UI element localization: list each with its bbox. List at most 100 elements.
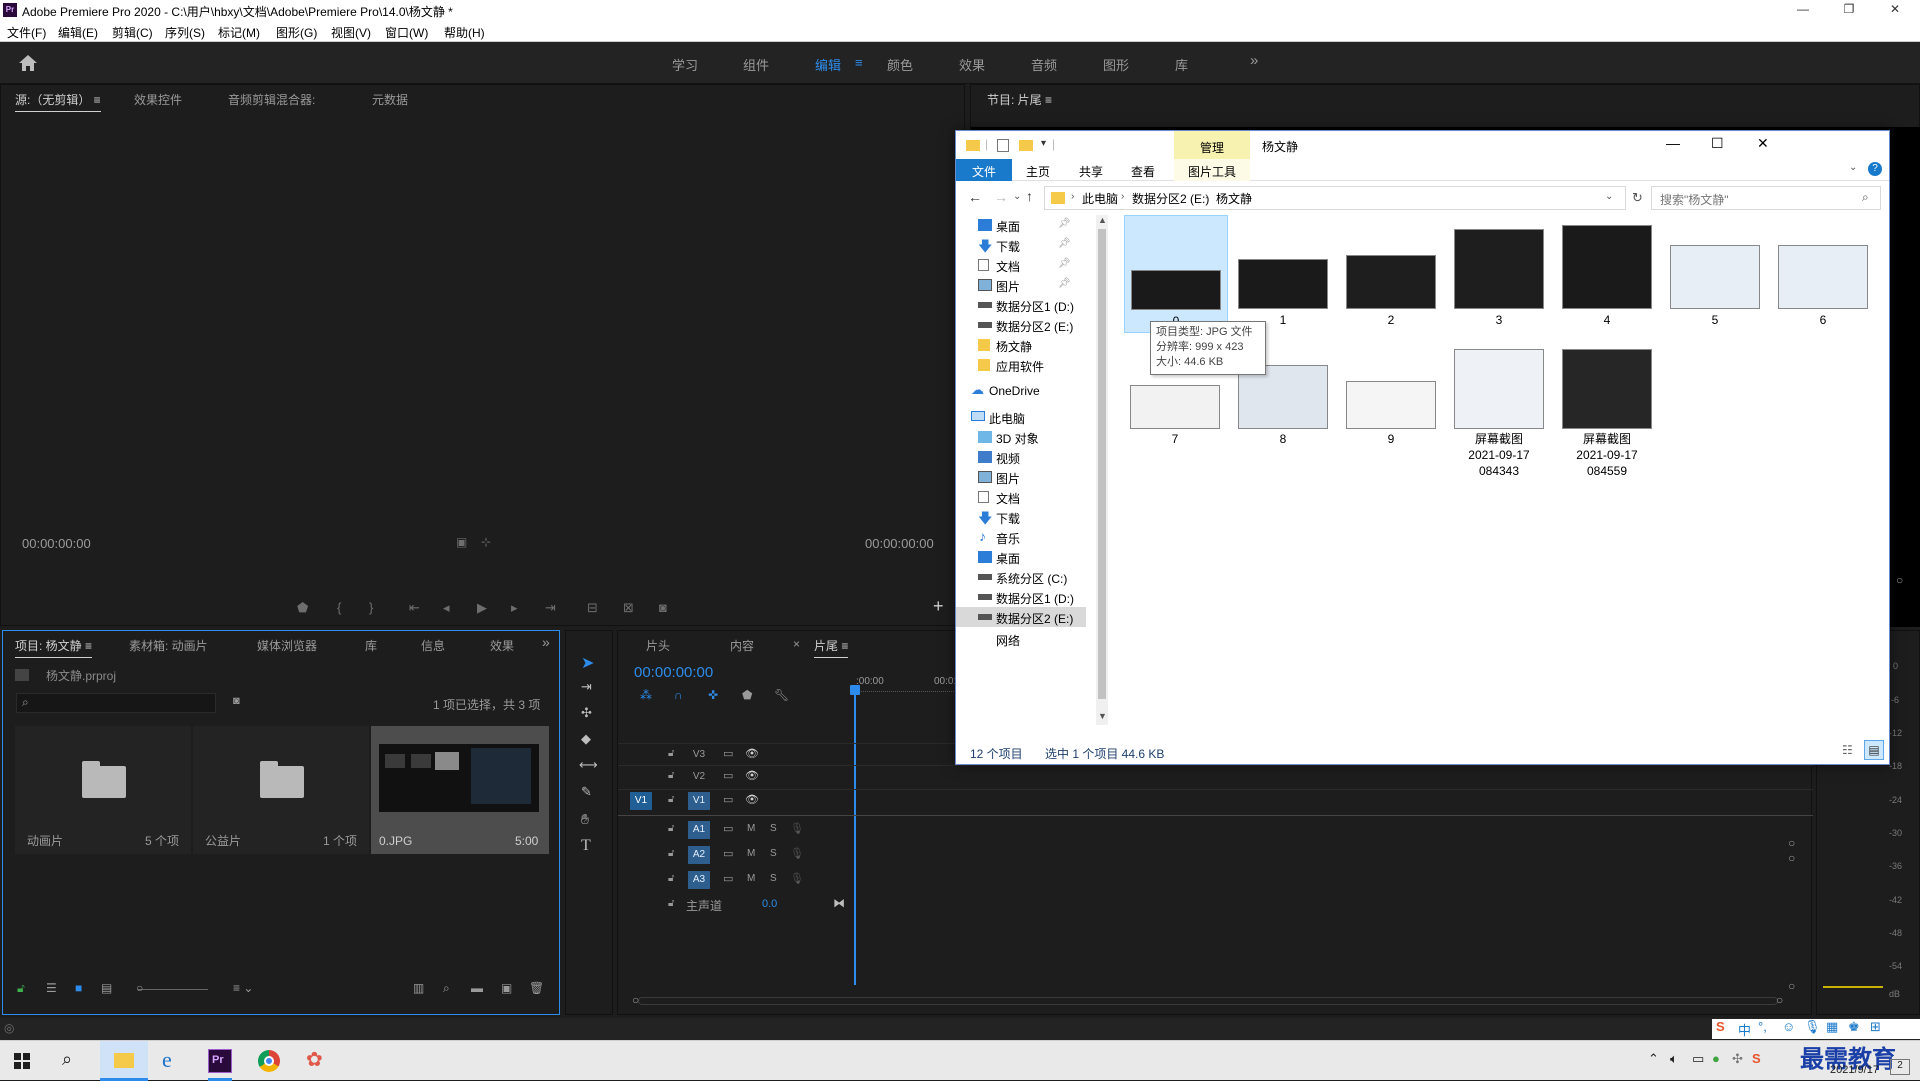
network-icon[interactable]: ▭ <box>1692 1051 1704 1067</box>
details-view-icon[interactable]: ☷ <box>1842 743 1853 757</box>
playhead-handle[interactable] <box>850 685 860 695</box>
large-icons-view-icon[interactable]: ▤ <box>1864 740 1884 760</box>
type-tool-icon[interactable]: T <box>581 837 591 855</box>
home-icon[interactable] <box>18 54 38 72</box>
clip-item-0jpg[interactable]: 0.JPG 5:00 <box>371 726 549 854</box>
eye-icon[interactable]: 👁︎ <box>745 769 759 782</box>
solo-button[interactable]: S <box>770 848 777 859</box>
ime-keyboard-icon[interactable]: ▦ <box>1826 1019 1838 1035</box>
add-marker-icon[interactable]: ⬟ <box>742 688 752 702</box>
nest-icon[interactable]: ⁂ <box>640 688 652 702</box>
scroll-down-icon[interactable]: ▼ <box>1098 711 1107 721</box>
ribbon-tab-picture-tools[interactable]: 图片工具 <box>1174 159 1250 181</box>
scroll-start-handle[interactable]: ○ <box>632 993 639 1007</box>
vertical-zoom-handle[interactable]: ○ <box>1788 836 1795 850</box>
scroll-up-icon[interactable]: ▲ <box>1098 215 1107 225</box>
ripple-edit-tool-icon[interactable]: ✣ <box>581 705 592 721</box>
insert-icon[interactable]: ⊹ <box>481 535 491 549</box>
lock-icon[interactable]: 🔓︎ <box>668 748 674 759</box>
add-marker-icon[interactable]: ⬟ <box>297 600 308 616</box>
workspace-learn[interactable]: 学习 <box>672 55 698 74</box>
file-item[interactable]: 0 <box>1124 215 1228 333</box>
tab-sequence-intro[interactable]: 片头 <box>646 637 670 654</box>
tab-source[interactable]: 源:（无剪辑） ≡ <box>15 91 101 112</box>
workspace-audio[interactable]: 音频 <box>1031 55 1057 74</box>
insert-clip-icon[interactable]: ⊟ <box>587 600 598 616</box>
overwrite-clip-icon[interactable]: ⊠ <box>623 600 634 616</box>
windows-start-icon[interactable] <box>14 1053 30 1069</box>
nav-item-drive-d[interactable]: 数据分区1 (D:) <box>966 295 1086 315</box>
solo-button[interactable]: S <box>770 823 777 834</box>
track-label-a1[interactable]: A1 <box>688 821 710 839</box>
master-expand-icon[interactable]: ⧓ <box>833 896 845 910</box>
menu-sequence[interactable]: 序列(S) <box>165 24 205 41</box>
breadcrumb-this-pc[interactable]: 此电脑 <box>1082 190 1118 207</box>
nav-item-documents[interactable]: 文档 📌︎ <box>966 255 1071 275</box>
zoom-slider-handle[interactable]: ○ <box>136 981 143 995</box>
tab-project[interactable]: 项目: 杨文静 ≡ <box>15 637 93 658</box>
selection-tool-icon[interactable]: ➤ <box>581 653 594 673</box>
playhead[interactable] <box>854 689 856 985</box>
sync-lock-icon[interactable]: ▭ <box>723 793 733 806</box>
close-button[interactable]: ✕ <box>1880 2 1910 16</box>
explorer-minimize-button[interactable]: — <box>1666 135 1680 151</box>
nav-scrollbar[interactable]: ▲ ▼ <box>1096 215 1108 725</box>
sort-icon[interactable]: ≡ ⌄ <box>233 981 253 995</box>
tab-effects[interactable]: 效果 <box>490 637 514 654</box>
nav-item-pictures[interactable]: 图片 📌︎ <box>966 275 1071 295</box>
taskbar-search-icon[interactable]: ⌕ <box>62 1049 72 1070</box>
breadcrumb-drive-e[interactable]: 数据分区2 (E:) <box>1132 190 1209 207</box>
file-item[interactable]: 1 <box>1232 215 1336 333</box>
menu-window[interactable]: 窗口(W) <box>385 24 428 41</box>
file-item[interactable]: 3 <box>1448 215 1552 333</box>
lock-icon[interactable]: 🔓︎ <box>17 981 25 996</box>
nav-item-desktop[interactable]: 桌面 📌︎ <box>966 215 1071 235</box>
volume-icon[interactable]: 🔈︎ <box>1670 1051 1678 1067</box>
new-search-bin-icon[interactable]: ◙ <box>233 695 240 707</box>
menu-graphics[interactable]: 图形(G) <box>276 24 317 41</box>
menu-view[interactable]: 视图(V) <box>331 24 371 41</box>
workspace-effects[interactable]: 效果 <box>959 55 985 74</box>
new-folder-icon[interactable] <box>1019 140 1033 151</box>
play-icon[interactable]: ▶ <box>477 600 487 616</box>
premiere-taskbar-icon[interactable]: Pr <box>208 1049 232 1073</box>
ime-toolbox-icon[interactable]: ⊞ <box>1870 1019 1881 1035</box>
edge-browser-icon[interactable]: e <box>162 1047 172 1073</box>
snap-icon[interactable]: ∩ <box>674 688 683 702</box>
security-icon[interactable]: ● <box>1712 1051 1720 1066</box>
nav-item-3d-objects[interactable]: 3D 对象 <box>966 427 1086 447</box>
ime-emoji-icon[interactable]: ☺ <box>1782 1019 1795 1034</box>
nav-item-onedrive[interactable]: ☁ OneDrive <box>966 381 1086 401</box>
nav-item-pc-drive-e[interactable]: 数据分区2 (E:) <box>956 607 1086 627</box>
up-button-icon[interactable]: ↑ <box>1026 188 1033 204</box>
razor-tool-icon[interactable]: ◆ <box>581 731 591 747</box>
nav-item-pc-downloads[interactable]: 🡇 下载 <box>966 507 1086 527</box>
ribbon-tab-share[interactable]: 共享 <box>1079 163 1103 180</box>
manage-tab[interactable]: 管理 <box>1174 131 1250 159</box>
lock-icon[interactable]: 🔓︎ <box>668 794 674 805</box>
vertical-zoom-handle-2[interactable]: ○ <box>1788 851 1795 865</box>
workspace-overflow-button[interactable]: » <box>1250 52 1258 69</box>
timeline-settings-icon[interactable]: 🔧︎ <box>774 688 789 702</box>
ribbon-tab-file[interactable]: 文件 <box>956 159 1012 181</box>
linked-selection-icon[interactable]: ✜ <box>708 688 718 702</box>
bin-item-animation[interactable]: 动画片 5 个项 <box>15 726 191 854</box>
step-back-icon[interactable]: ◂ <box>443 600 450 616</box>
track-label-a3[interactable]: A3 <box>688 871 710 889</box>
sync-lock-icon[interactable]: ▭ <box>723 822 733 835</box>
nav-item-pc-documents[interactable]: 文档 <box>966 487 1086 507</box>
address-dropdown-icon[interactable]: ⌄ <box>1605 191 1613 202</box>
mute-button[interactable]: M <box>747 848 755 859</box>
automate-to-sequence-icon[interactable]: ▥ <box>413 981 424 995</box>
clear-icon[interactable]: 🗑︎ <box>529 981 544 995</box>
menu-clip[interactable]: 剪辑(C) <box>112 24 153 41</box>
project-search-input[interactable]: ⌕ <box>16 693 216 713</box>
mute-button[interactable]: M <box>747 823 755 834</box>
forward-button-icon[interactable]: → <box>994 189 1008 205</box>
new-bin-icon[interactable]: ▬ <box>471 981 483 995</box>
workspace-assembly[interactable]: 组件 <box>743 55 769 74</box>
sogou-tray-icon[interactable]: S <box>1752 1051 1761 1066</box>
properties-icon[interactable] <box>997 139 1009 152</box>
file-item[interactable]: 9 <box>1340 335 1444 453</box>
pin-icon[interactable]: 📌︎ <box>1058 258 1071 269</box>
